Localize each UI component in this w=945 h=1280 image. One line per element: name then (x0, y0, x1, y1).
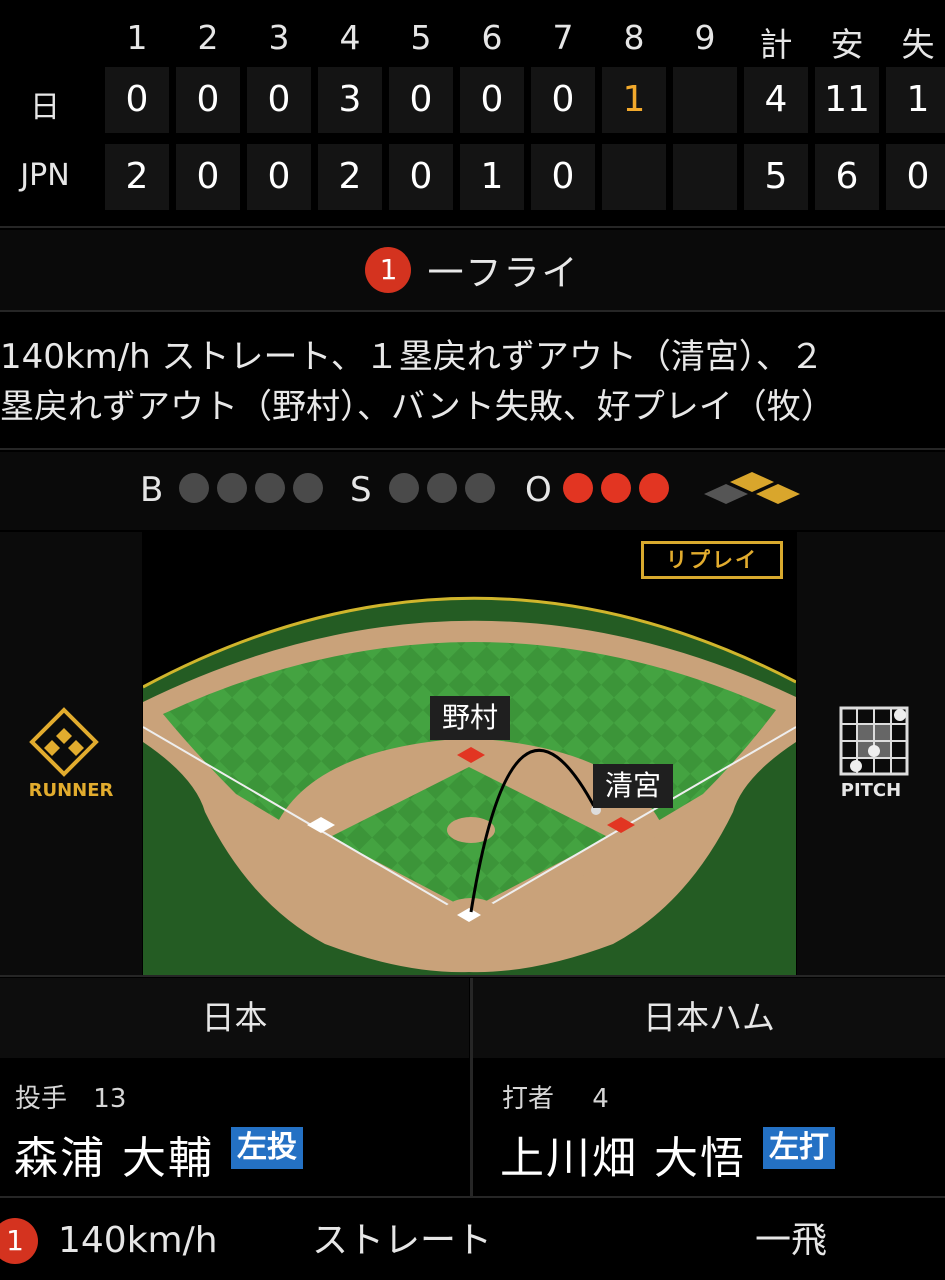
score-cell: 0 (389, 144, 453, 210)
hits-cell: 6 (815, 144, 879, 210)
baseball-field (143, 596, 796, 975)
pitcher-role: 投手 13 (15, 1078, 126, 1115)
field-section: RUNNER PITCH 野村 清宮 リプレイ (0, 532, 945, 975)
ball-dot (293, 473, 323, 503)
batter-number: 4 (592, 1084, 609, 1114)
divider (0, 310, 945, 312)
score-cell: 0 (531, 67, 595, 133)
bases-icon (704, 472, 800, 504)
pitcher-role-label: 投手 (15, 1084, 68, 1114)
play-result: 一フライ (427, 253, 580, 294)
hits-cell: 11 (815, 67, 879, 133)
runner-diamond-icon (29, 707, 99, 777)
scoreboard: 1 2 3 4 5 6 7 8 9 計 安 失 日 0 0 0 3 0 0 0 … (0, 0, 945, 222)
pitcher-number: 13 (93, 1084, 127, 1114)
pitch-type: ストレート (312, 1220, 493, 1261)
divider (0, 975, 945, 977)
errors-cell: 1 (886, 67, 945, 133)
ball-dot (255, 473, 285, 503)
out-dot (563, 473, 593, 503)
divider (0, 448, 945, 450)
strikes-label: S (350, 470, 372, 510)
runs-cell: 4 (744, 67, 808, 133)
score-cell (602, 144, 666, 210)
batter-role-label: 打者 (502, 1084, 555, 1114)
balls-label: B (140, 470, 164, 510)
inning-header: 8 (623, 18, 645, 57)
batter-hand-badge: 左打 (763, 1127, 835, 1169)
score-cell: 0 (176, 144, 240, 210)
batter-role: 打者 4 (502, 1078, 609, 1115)
tab-team-pitching[interactable]: 日本 (0, 978, 469, 1058)
batter-name[interactable]: 上川畑 大悟 (500, 1122, 746, 1186)
errors-header: 失 (901, 25, 935, 64)
inning-header: 1 (126, 18, 148, 57)
inning-header: 9 (694, 18, 716, 57)
hits-header: 安 (830, 25, 864, 64)
inning-header: 5 (410, 18, 432, 57)
outs-label: O (525, 470, 552, 510)
score-cell: 3 (318, 67, 382, 133)
divider (0, 1196, 945, 1198)
runs-header: 計 (759, 25, 793, 64)
pitch-zone-icon (839, 706, 909, 776)
team-name-home: JPN (20, 158, 70, 193)
tab-team-batting[interactable]: 日本ハム (473, 978, 945, 1058)
out-dot (601, 473, 631, 503)
score-cell: 2 (105, 144, 169, 210)
team-name-away: 日 (30, 90, 60, 125)
inning-header: 7 (552, 18, 574, 57)
divider (0, 226, 945, 228)
ball-dot (179, 473, 209, 503)
inning-header: 4 (339, 18, 361, 57)
ball-dot (217, 473, 247, 503)
play-description: 140km/h ストレート、１塁戻れずアウト（清宮）、２ 塁戻れずアウト（野村）… (0, 332, 945, 432)
inning-header: 6 (481, 18, 503, 57)
score-cell: 1 (460, 144, 524, 210)
strike-dot (389, 473, 419, 503)
inning-header: 2 (197, 18, 219, 57)
strike-dot (465, 473, 495, 503)
runner-label: RUNNER (28, 780, 114, 801)
score-cell: 2 (318, 144, 382, 210)
pitch-log-row[interactable]: 1 140km/h ストレート 一飛 (0, 1200, 945, 1280)
pitcher-name[interactable]: 森浦 大輔 (14, 1122, 214, 1186)
pitch-label: PITCH (840, 780, 902, 801)
score-cell: 0 (105, 67, 169, 133)
pitch-index-badge: 1 (0, 1218, 38, 1264)
replay-button[interactable]: リプレイ (641, 541, 783, 579)
errors-cell: 0 (886, 144, 945, 210)
score-cell: 0 (531, 144, 595, 210)
inning-header: 3 (268, 18, 290, 57)
strike-dot (427, 473, 457, 503)
score-cell-current: 1 (602, 67, 666, 133)
score-cell: 0 (247, 67, 311, 133)
out-dot (639, 473, 669, 503)
score-cell: 0 (389, 67, 453, 133)
column-divider (470, 978, 473, 1196)
score-cell (673, 144, 737, 210)
out-number-badge: 1 (365, 247, 412, 293)
score-cell: 0 (460, 67, 524, 133)
fielder-label: 野村 (430, 696, 511, 740)
runs-cell: 5 (744, 144, 808, 210)
fielder-label: 清宮 (593, 764, 674, 808)
score-cell: 0 (247, 144, 311, 210)
score-cell: 0 (176, 67, 240, 133)
score-cell (673, 67, 737, 133)
pitch-speed: 140km/h (58, 1220, 218, 1261)
pitch-result: 一飛 (755, 1220, 828, 1261)
play-description-line: 140km/h ストレート、１塁戻れずアウト（清宮）、２ (0, 337, 824, 377)
play-description-line: 塁戻れずアウト（野村）、バント失敗、好プレイ（牧） (0, 387, 835, 427)
pitcher-hand-badge: 左投 (231, 1127, 303, 1169)
play-result-header: 1 一フライ (0, 230, 945, 310)
